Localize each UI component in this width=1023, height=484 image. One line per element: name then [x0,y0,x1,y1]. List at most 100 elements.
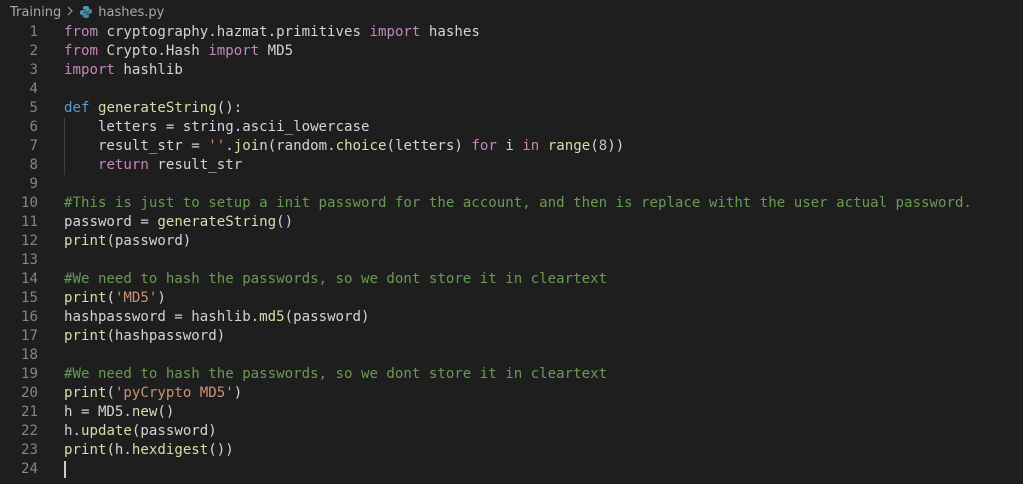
code-token: cryptography.hazmat.primitives [97,24,370,40]
code-text: result_str = ''.join(random.choice(lette… [38,137,624,156]
code-token: from [64,43,98,59]
code-token: print [64,233,107,249]
python-file-icon [79,5,93,19]
code-line[interactable]: 5 def generateString(): [0,99,1023,118]
code-text: print(h.hexdigest()) [38,441,234,460]
code-area[interactable]: 1 from cryptography.hazmat.primitives imp… [0,23,1023,479]
code-token: () [276,214,294,230]
code-line[interactable]: 20 print('pyCrypto MD5') [0,384,1023,403]
code-token: h. [64,423,81,439]
code-line[interactable]: 19 #We need to hash the passwords, so we … [0,365,1023,384]
code-token: update [80,423,132,439]
code-token: hashlib [114,62,183,78]
code-line[interactable]: 10 #This is just to setup a init password… [0,194,1023,213]
code-text: h = MD5.new() [38,403,174,422]
code-token: def [64,100,90,116]
code-line[interactable]: 4 [0,80,1023,99]
code-line[interactable]: 15 print('MD5') [0,289,1023,308]
code-token: generateString [157,214,277,230]
code-text: print(password) [38,232,191,251]
line-number: 8 [29,157,39,173]
code-token: (letters) [386,138,472,154]
line-number: 1 [29,24,39,40]
code-text: def generateString(): [38,99,242,118]
code-token: print [64,385,107,401]
code-text: letters = string.ascii_lowercase [38,118,370,137]
line-number: 18 [21,347,38,363]
line-number: 12 [21,233,38,249]
code-token: choice [335,138,387,154]
line-number: 20 [21,385,38,401]
code-token: ( [106,290,115,306]
code-line[interactable]: 9 [0,175,1023,194]
code-line[interactable]: 13 [0,251,1023,270]
code-token: ()) [208,442,234,458]
code-line[interactable]: 14 #We need to hash the passwords, so we … [0,270,1023,289]
code-token: #This is just to setup a init password f… [64,195,972,211]
code-line[interactable]: 3 import hashlib [0,61,1023,80]
code-text: password = generateString() [38,213,293,232]
code-token: h = MD5. [64,404,132,420]
line-number: 16 [21,309,38,325]
code-line[interactable]: 6 letters = string.ascii_lowercase [0,118,1023,137]
code-text: #This is just to setup a init password f… [38,194,972,213]
chevron-right-icon [63,5,77,19]
code-text: h.update(password) [38,422,217,441]
text-cursor [64,461,66,478]
code-text: import hashlib [38,61,183,80]
code-editor[interactable]: Training hashes.py 1 from cryptography.ha… [0,0,1023,484]
line-number: 22 [21,423,38,439]
code-token: in [522,138,540,154]
line-number: 3 [29,62,39,78]
code-line[interactable]: 11 password = generateString() [0,213,1023,232]
code-token: MD5 [259,43,294,59]
code-token: hexdigest [131,442,209,458]
code-line[interactable]: 7 result_str = ''.join(random.choice(let… [0,137,1023,156]
code-token: 8 [598,138,608,154]
breadcrumb-file[interactable]: hashes.py [98,5,164,20]
code-line[interactable]: 24 [0,460,1023,479]
code-text: print('MD5') [38,289,166,308]
code-text: hashpassword = hashlib.md5(password) [38,308,370,327]
code-text [38,460,66,479]
line-number: 7 [29,138,39,154]
code-token: join [233,138,268,154]
code-token: ) [157,290,166,306]
code-token: return [97,157,149,173]
code-token: for [471,138,497,154]
breadcrumb: Training hashes.py [0,0,1023,24]
code-token: ( [590,138,599,154]
code-token: #We need to hash the passwords, so we do… [64,271,608,287]
line-number: 6 [29,119,39,135]
code-token: (hashpassword) [106,328,226,344]
code-line[interactable]: 1 from cryptography.hazmat.primitives imp… [0,23,1023,42]
line-number: 17 [21,328,38,344]
code-text: print(hashpassword) [38,327,225,346]
line-number: 24 [21,461,38,477]
breadcrumb-folder[interactable]: Training [10,5,61,20]
code-token: (): [216,100,243,116]
code-text: print('pyCrypto MD5') [38,384,242,403]
code-line[interactable]: 8 return result_str [0,156,1023,175]
code-token: from [64,24,98,40]
code-line[interactable]: 16 hashpassword = hashlib.md5(password) [0,308,1023,327]
code-line[interactable]: 22 h.update(password) [0,422,1023,441]
code-text: return result_str [38,156,242,175]
code-line[interactable]: 21 h = MD5.new() [0,403,1023,422]
code-token: ) [233,385,243,401]
code-token: import [64,62,115,78]
code-line[interactable]: 23 print(h.hexdigest()) [0,441,1023,460]
code-token: (password) [106,233,192,249]
line-number: 10 [21,195,38,211]
code-token: import [369,24,421,40]
code-token: ( [106,385,115,401]
code-line[interactable]: 2 from Crypto.Hash import MD5 [0,42,1023,61]
code-line[interactable]: 12 print(password) [0,232,1023,251]
code-line[interactable]: 18 [0,346,1023,365]
code-token: print [64,328,107,344]
code-token: )) [607,138,625,154]
code-line[interactable]: 17 print(hashpassword) [0,327,1023,346]
